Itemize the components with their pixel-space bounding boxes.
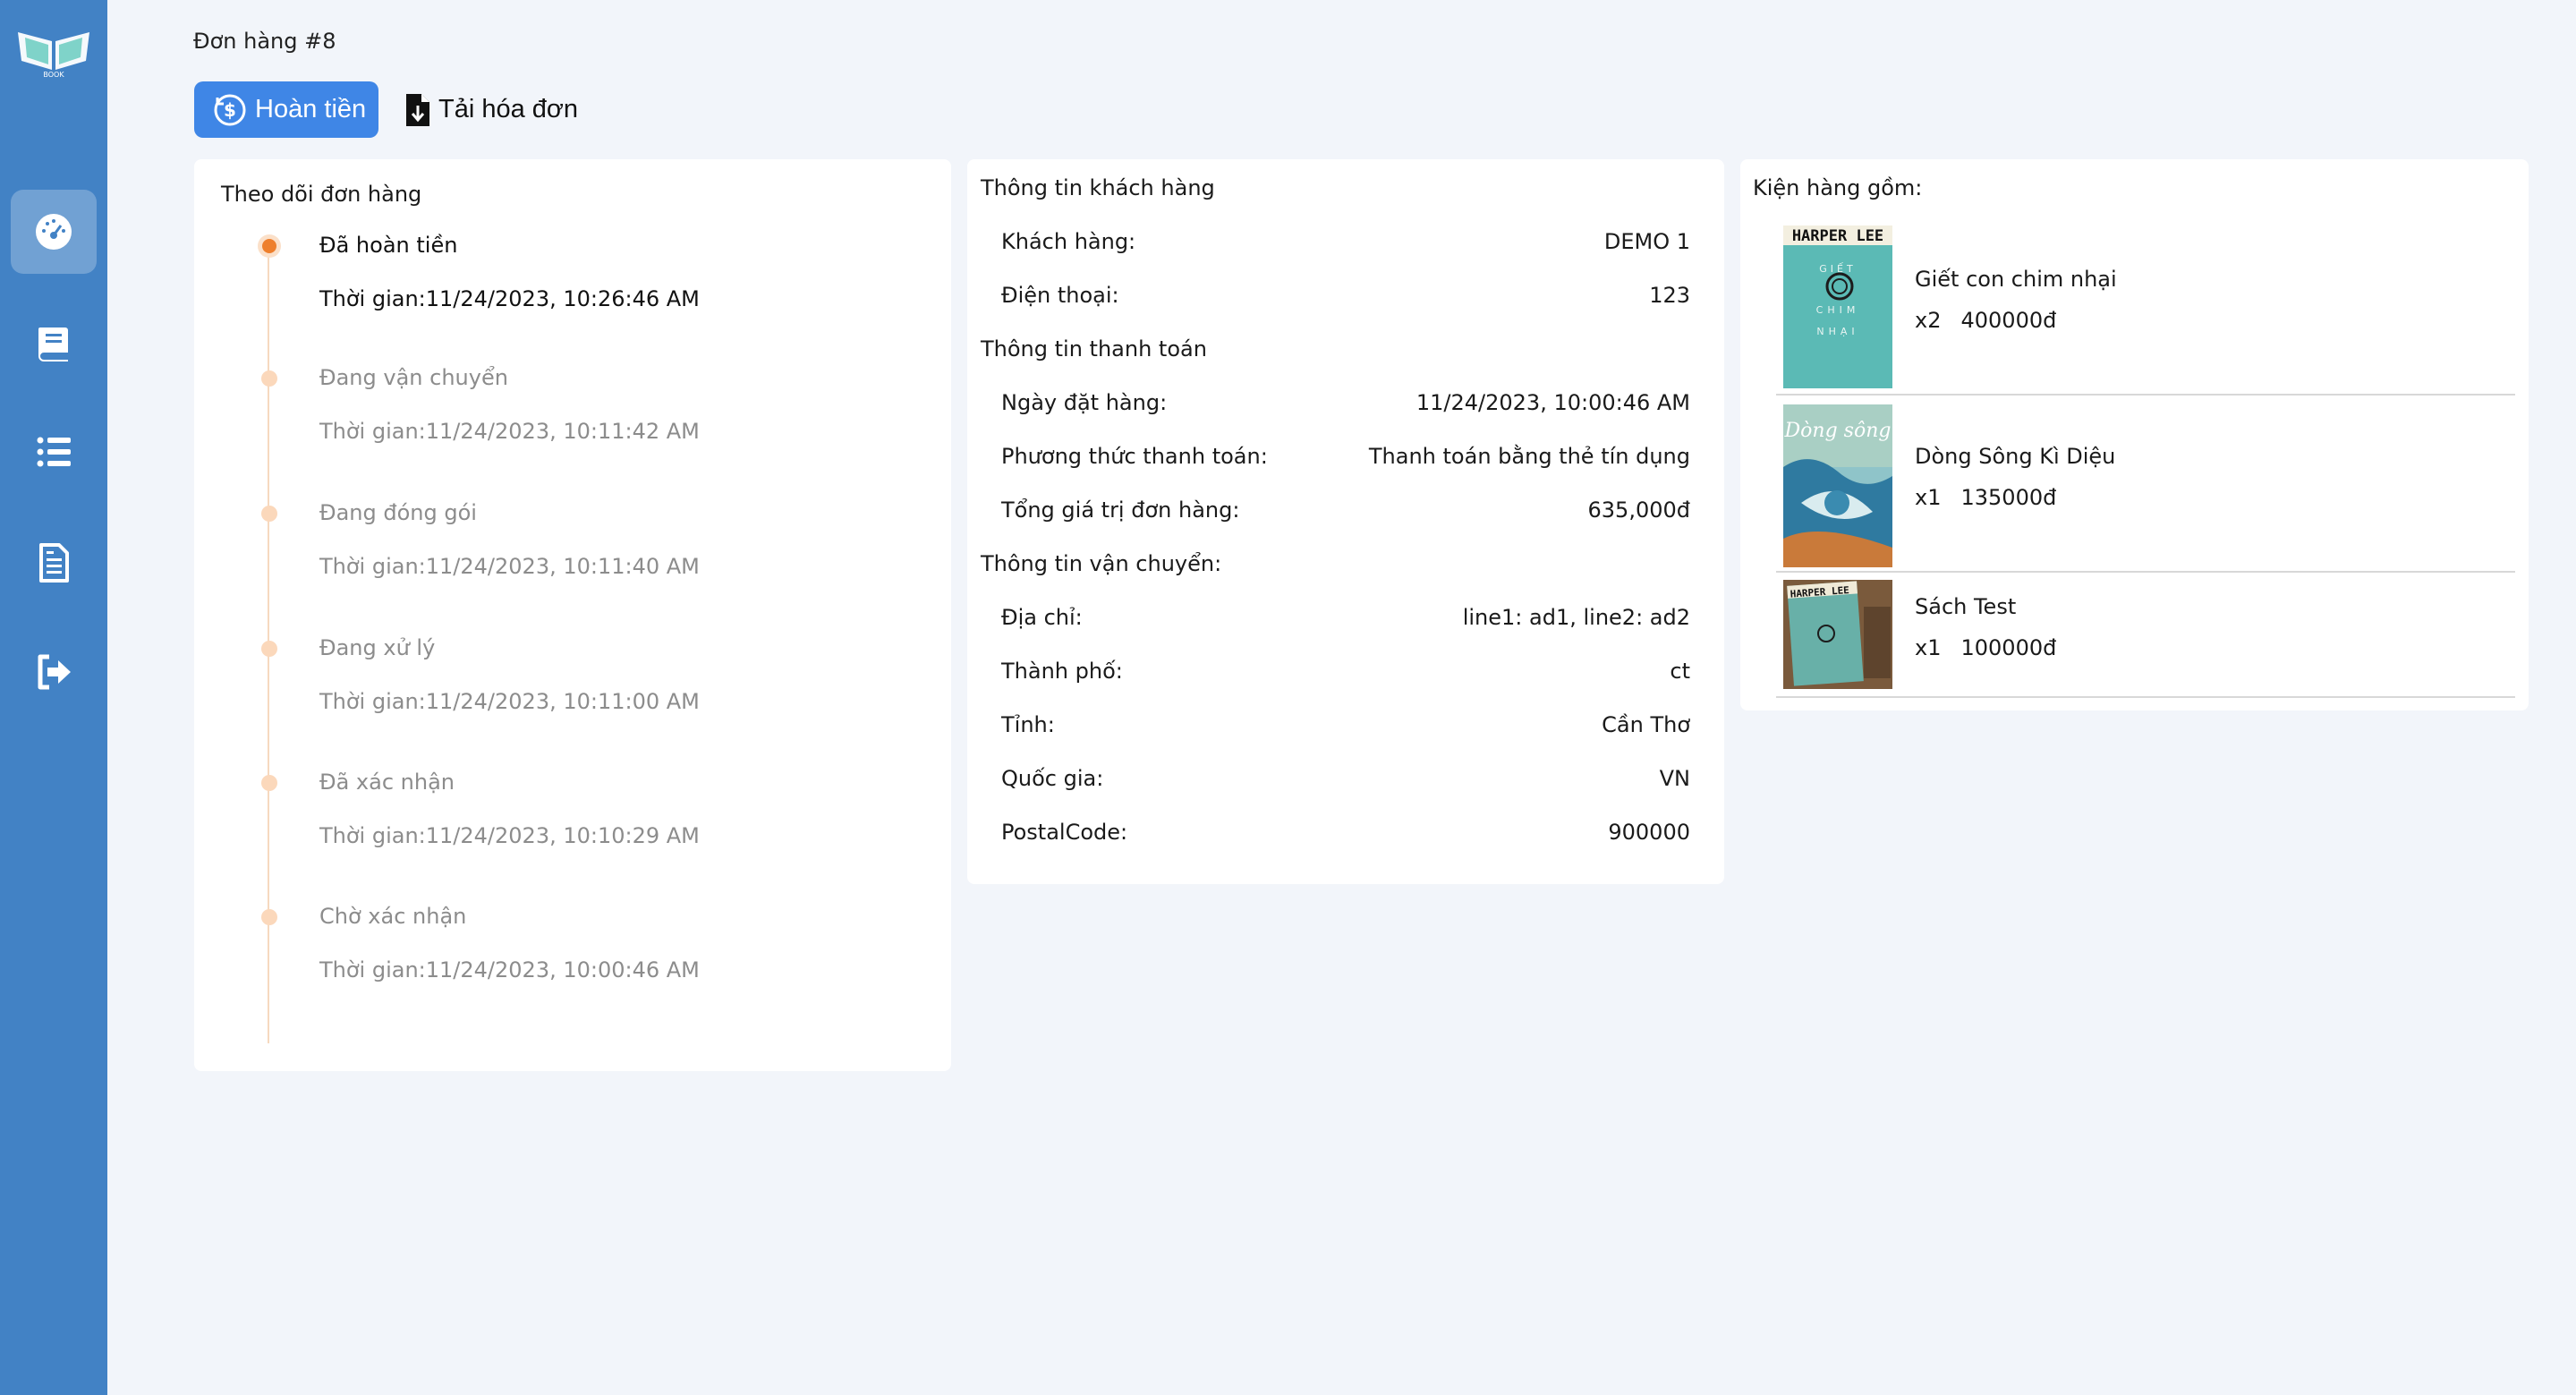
svg-text:CHIM: CHIM <box>1816 304 1860 316</box>
info-row: Thành phố: ct <box>1001 659 1690 684</box>
timeline-time: Thời gian:11/24/2023, 10:10:29 AM <box>319 823 700 848</box>
timeline-time: Thời gian:11/24/2023, 10:11:40 AM <box>319 554 700 579</box>
nav-dashboard[interactable] <box>11 190 97 274</box>
info-row: Khách hàng: DEMO 1 <box>1001 229 1690 254</box>
file-download-icon <box>406 93 429 126</box>
download-invoice-button[interactable]: Tải hóa đơn <box>404 81 578 138</box>
timeline-dot <box>261 506 277 522</box>
info-row: Quốc gia: VN <box>1001 766 1690 791</box>
info-row: PostalCode: 900000 <box>1001 820 1690 845</box>
info-label: Địa chỉ: <box>1001 605 1083 630</box>
item-price: 100000đ <box>1960 635 2057 660</box>
info-label: Phương thức thanh toán: <box>1001 444 1268 469</box>
info-value: 123 <box>1649 283 1690 308</box>
info-row: Tỉnh: Cần Thơ <box>1001 712 1690 737</box>
nav-orders[interactable] <box>11 521 97 605</box>
info-value: ct <box>1670 659 1690 684</box>
book-cover-image: Dòng sông <box>1783 404 1892 567</box>
info-value: DEMO 1 <box>1603 229 1690 254</box>
nav-logout[interactable] <box>11 630 97 714</box>
dashboard-icon <box>36 214 72 250</box>
item-name: Dòng Sông Kì Diệu <box>1915 444 2116 469</box>
sidebar: BOOK <box>0 0 107 1395</box>
order-tracking-card: Theo dõi đơn hàng Đã hoàn tiền Thời gian… <box>194 159 951 1071</box>
timeline-dot-active <box>258 234 281 258</box>
info-value: 900000 <box>1608 820 1690 845</box>
info-row: Điện thoại: 123 <box>1001 283 1690 308</box>
book-cover-image: HARPER LEE GIẾT CHIM NHẠI <box>1783 225 1892 388</box>
download-invoice-label: Tải hóa đơn <box>438 95 579 123</box>
item-quantity: x1 <box>1915 635 1942 660</box>
logout-icon <box>38 654 71 690</box>
info-label: Tỉnh: <box>1001 712 1055 737</box>
timeline-time: Thời gian:11/24/2023, 10:26:46 AM <box>319 286 700 311</box>
timeline-status: Đang xử lý <box>319 635 436 660</box>
timeline-dot <box>261 775 277 791</box>
timeline-status: Đang đóng gói <box>319 500 477 525</box>
timeline-status: Đang vận chuyển <box>319 365 508 390</box>
book-logo[interactable]: BOOK <box>13 25 95 79</box>
info-row: Địa chỉ: line1: ad1, line2: ad2 <box>1001 605 1690 630</box>
timeline-status: Chờ xác nhận <box>319 904 467 929</box>
book-icon <box>38 327 68 362</box>
svg-text:$: $ <box>224 99 236 121</box>
info-label: Tổng giá trị đơn hàng: <box>1001 498 1240 523</box>
customer-info-title: Thông tin khách hàng <box>981 175 1215 200</box>
info-value: VN <box>1659 766 1690 791</box>
info-label: PostalCode: <box>1001 820 1128 845</box>
item-meta: x1 100000đ <box>1915 635 2056 660</box>
item-price: 400000đ <box>1960 308 2057 333</box>
item-price: 135000đ <box>1960 485 2057 510</box>
item-name: Sách Test <box>1915 594 2017 619</box>
list-icon <box>37 437 71 467</box>
package-item[interactable]: HARPER LEE GIẾT CHIM NHẠI Giết con chim … <box>1776 220 2515 396</box>
svg-text:NHẠI: NHẠI <box>1816 326 1858 337</box>
svg-text:Dòng sông: Dòng sông <box>1784 420 1892 442</box>
timeline-dot <box>261 641 277 657</box>
item-quantity: x1 <box>1915 485 1942 510</box>
payment-info-title: Thông tin thanh toán <box>981 336 1207 362</box>
tracking-title: Theo dõi đơn hàng <box>221 182 422 207</box>
info-row: Ngày đặt hàng: 11/24/2023, 10:00:46 AM <box>1001 390 1690 415</box>
info-label: Thành phố: <box>1001 659 1123 684</box>
timeline-time: Thời gian:11/24/2023, 10:00:46 AM <box>319 957 700 982</box>
item-name: Giết con chim nhại <box>1915 267 2117 292</box>
info-label: Ngày đặt hàng: <box>1001 390 1168 415</box>
info-label: Khách hàng: <box>1001 229 1136 254</box>
book-cover-image: HARPER LEE <box>1783 580 1892 689</box>
info-label: Quốc gia: <box>1001 766 1104 791</box>
info-value: line1: ad1, line2: ad2 <box>1462 605 1690 630</box>
item-meta: x2 400000đ <box>1915 308 2056 333</box>
order-info-card: Thông tin khách hàng Khách hàng: DEMO 1 … <box>967 159 1724 884</box>
nav-list[interactable] <box>11 410 97 494</box>
nav-books[interactable] <box>11 301 97 385</box>
timeline-time: Thời gian:11/24/2023, 10:11:00 AM <box>319 689 700 714</box>
refund-button-label: Hoàn tiền <box>255 95 367 123</box>
info-label: Điện thoại: <box>1001 283 1119 308</box>
package-title: Kiện hàng gồm: <box>1753 175 1923 200</box>
refund-button[interactable]: $ Hoàn tiền <box>194 81 378 138</box>
svg-text:HARPER LEE: HARPER LEE <box>1792 227 1883 245</box>
package-item[interactable]: HARPER LEE Sách Test x1 100000đ <box>1776 574 2515 698</box>
item-quantity: x2 <box>1915 308 1942 333</box>
info-value: 11/24/2023, 10:00:46 AM <box>1416 390 1690 415</box>
package-items-card: Kiện hàng gồm: HARPER LEE GIẾT CHIM NHẠI… <box>1740 159 2529 710</box>
document-icon <box>39 543 69 583</box>
info-value: Thanh toán bằng thẻ tín dụng <box>1368 444 1690 469</box>
timeline-time: Thời gian:11/24/2023, 10:11:42 AM <box>319 419 700 444</box>
item-meta: x1 135000đ <box>1915 485 2056 510</box>
timeline-status: Đã xác nhận <box>319 770 455 795</box>
page-title: Đơn hàng #8 <box>193 29 336 54</box>
package-item[interactable]: Dòng sông Dòng Sông Kì Diệu x1 135000đ <box>1776 397 2515 573</box>
shipping-info-title: Thông tin vận chuyển: <box>981 551 1222 576</box>
info-row: Phương thức thanh toán: Thanh toán bằng … <box>1001 444 1690 469</box>
refund-icon: $ <box>214 94 246 125</box>
info-row: Tổng giá trị đơn hàng: 635,000đ <box>1001 498 1690 523</box>
info-value: 635,000đ <box>1587 498 1690 523</box>
svg-text:BOOK: BOOK <box>43 71 64 79</box>
timeline-dot <box>261 370 277 387</box>
timeline-dot <box>261 909 277 925</box>
info-value: Cần Thơ <box>1602 712 1690 737</box>
timeline-status: Đã hoàn tiền <box>319 233 458 258</box>
